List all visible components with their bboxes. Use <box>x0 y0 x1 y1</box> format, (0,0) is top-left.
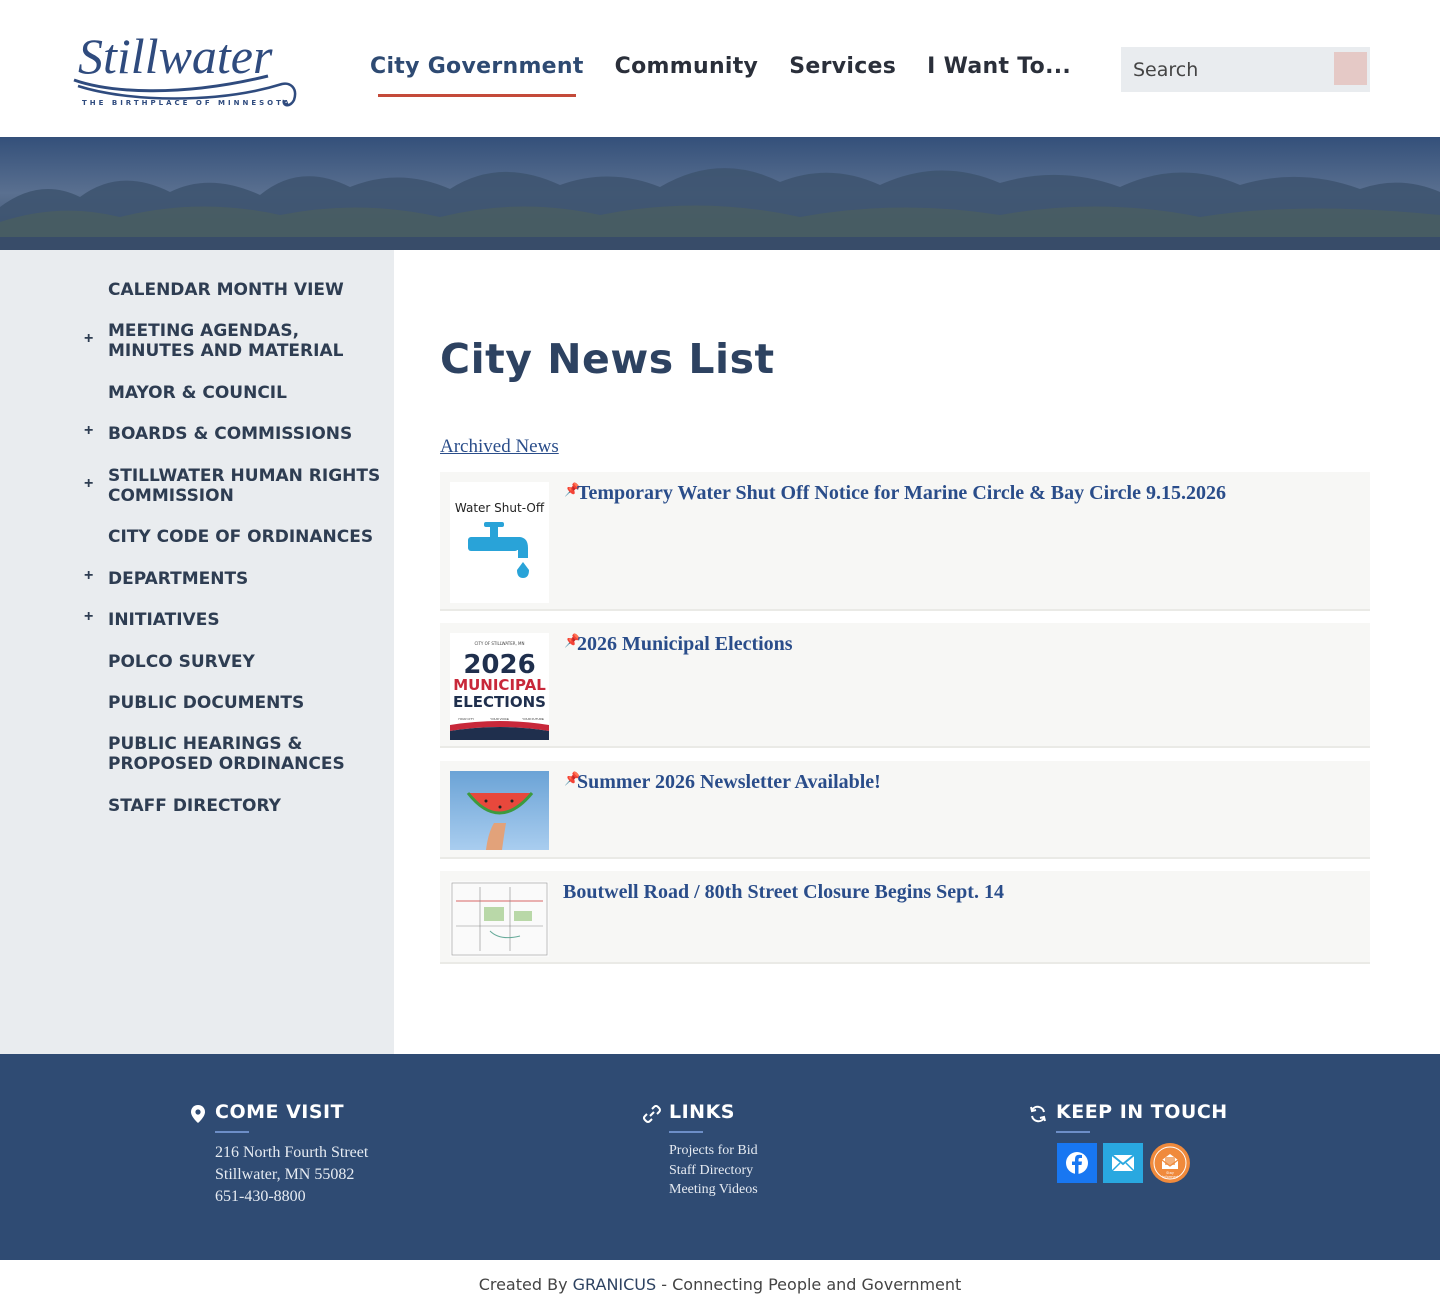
expand-icon[interactable]: + <box>84 475 93 493</box>
news-title-link[interactable]: 2026 Municipal Elections <box>577 633 793 656</box>
archived-news-link[interactable]: Archived News <box>440 436 559 458</box>
elections-graphic: CITY OF STILLWATER, MN 2026 MUNICIPAL EL… <box>450 633 549 740</box>
sidebar-item-meeting-agendas[interactable]: MEETING AGENDAS, MINUTES AND MATERIAL <box>108 321 383 361</box>
news-title-link[interactable]: Boutwell Road / 80th Street Closure Begi… <box>563 881 1004 904</box>
thumb-line1: MUNICIPAL <box>453 676 546 694</box>
links-heading: LINKS <box>669 1101 735 1123</box>
svg-text:Informed: Informed <box>1162 1175 1178 1179</box>
sidebar-item-public-documents[interactable]: PUBLIC DOCUMENTS <box>108 693 383 713</box>
search-button[interactable] <box>1334 52 1367 85</box>
expand-icon[interactable]: + <box>84 608 93 626</box>
credit-prefix: Created By <box>478 1275 573 1294</box>
address-line-1: 216 North Fourth Street <box>215 1144 369 1161</box>
watermelon-photo <box>450 771 549 850</box>
thumb-top-text: CITY OF STILLWATER, MN <box>474 641 524 646</box>
news-item[interactable]: 📌 Summer 2026 Newsletter Available! <box>440 761 1370 859</box>
site-header: Stillwater THE BIRTHPLACE OF MINNESOTA C… <box>0 0 1440 137</box>
address-line-2: Stillwater, MN 55082 <box>215 1166 355 1183</box>
granicus-link[interactable]: GRANICUS <box>573 1275 657 1294</box>
nav-city-government[interactable]: City Government <box>370 54 584 97</box>
logo-tagline: THE BIRTHPLACE OF MINNESOTA <box>82 99 292 107</box>
nav-services[interactable]: Services <box>789 54 896 79</box>
heading-rule <box>215 1131 249 1133</box>
keep-in-touch-heading: KEEP IN TOUCH <box>1056 1101 1228 1123</box>
hero-banner <box>0 137 1440 250</box>
footer-link-projects-for-bid[interactable]: Projects for Bid <box>669 1143 758 1159</box>
credit-suffix: - Connecting People and Government <box>656 1275 962 1294</box>
refresh-icon <box>1030 1105 1046 1123</box>
thumb-caption: YOUR CITY <box>458 717 474 721</box>
expand-icon[interactable]: + <box>84 330 93 348</box>
stillwater-logo[interactable]: Stillwater THE BIRTHPLACE OF MINNESOTA <box>68 18 304 114</box>
credit-text: Created By GRANICUS - Connecting People … <box>0 1275 1440 1294</box>
news-thumbnail: CITY OF STILLWATER, MN 2026 MUNICIPAL EL… <box>450 633 549 740</box>
facebook-icon[interactable] <box>1057 1143 1097 1183</box>
news-title-link[interactable]: Summer 2026 Newsletter Available! <box>577 771 881 794</box>
news-thumbnail: Water Shut-Off <box>450 482 549 603</box>
heading-rule <box>669 1131 703 1133</box>
search-input[interactable] <box>1121 47 1321 92</box>
credit-bar: Created By GRANICUS - Connecting People … <box>0 1260 1440 1310</box>
page-title: City News List <box>440 335 775 383</box>
sidebar-item-initiatives[interactable]: INITIATIVES <box>108 610 383 630</box>
news-item[interactable]: Boutwell Road / 80th Street Closure Begi… <box>440 871 1370 964</box>
come-visit-heading: COME VISIT <box>215 1101 345 1123</box>
expand-icon[interactable]: + <box>84 422 93 440</box>
email-icon[interactable] <box>1103 1143 1143 1183</box>
logo-mark: Stillwater THE BIRTHPLACE OF MINNESOTA <box>73 28 297 107</box>
main-nav: City Government Community Services I Wan… <box>370 54 1102 97</box>
water-faucet-icon: Water Shut-Off <box>450 482 549 603</box>
footer-link-staff-directory[interactable]: Staff Directory <box>669 1163 753 1179</box>
road-map-image <box>450 881 549 957</box>
sidebar-item-human-rights-commission[interactable]: STILLWATER HUMAN RIGHTS COMMISSION <box>108 466 383 506</box>
sidebar-item-staff-directory[interactable]: STAFF DIRECTORY <box>108 796 383 816</box>
sidebar-item-city-code[interactable]: CITY CODE OF ORDINANCES <box>108 527 383 547</box>
heading-rule <box>1056 1131 1090 1133</box>
thumb-caption: YOUR FUTURE <box>522 717 544 721</box>
newsletter-signup-icon[interactable]: Stay Informed <box>1150 1143 1190 1183</box>
news-thumbnail <box>450 881 549 957</box>
sidebar-item-polco-survey[interactable]: POLCO SURVEY <box>108 652 383 672</box>
footer-link-meeting-videos[interactable]: Meeting Videos <box>669 1182 758 1198</box>
logo-wordmark: Stillwater <box>78 28 273 84</box>
nav-community[interactable]: Community <box>615 54 759 79</box>
site-footer: COME VISIT 216 North Fourth Street Still… <box>0 1054 1440 1260</box>
news-thumbnail <box>450 771 549 850</box>
expand-icon[interactable]: + <box>84 567 93 585</box>
news-item[interactable]: Water Shut-Off 📌 Temporary Water Shut Of… <box>440 472 1370 611</box>
news-item[interactable]: CITY OF STILLWATER, MN 2026 MUNICIPAL EL… <box>440 623 1370 748</box>
link-icon <box>643 1105 661 1123</box>
search-box <box>1121 47 1370 92</box>
sidebar-item-mayor-council[interactable]: MAYOR & COUNCIL <box>108 383 383 403</box>
nav-i-want-to[interactable]: I Want To... <box>927 54 1071 79</box>
map-pin-icon <box>191 1105 205 1123</box>
treeline-image <box>0 137 1440 250</box>
sidebar-item-calendar-month-view[interactable]: CALENDAR MONTH VIEW <box>108 280 383 300</box>
sidebar-item-public-hearings[interactable]: PUBLIC HEARINGS & PROPOSED ORDINANCES <box>108 734 383 774</box>
sidebar-item-departments[interactable]: DEPARTMENTS <box>108 569 383 589</box>
thumb-label: Water Shut-Off <box>455 501 545 515</box>
thumb-line2: ELECTIONS <box>453 693 546 711</box>
news-title-link[interactable]: Temporary Water Shut Off Notice for Mari… <box>577 482 1226 505</box>
sidebar-nav: CALENDAR MONTH VIEW + MEETING AGENDAS, M… <box>0 250 394 1054</box>
phone-number[interactable]: 651-430-8800 <box>215 1186 306 1208</box>
thumb-caption: YOUR VOICE <box>490 717 509 721</box>
sidebar-item-boards-commissions[interactable]: BOARDS & COMMISSIONS <box>108 424 383 444</box>
